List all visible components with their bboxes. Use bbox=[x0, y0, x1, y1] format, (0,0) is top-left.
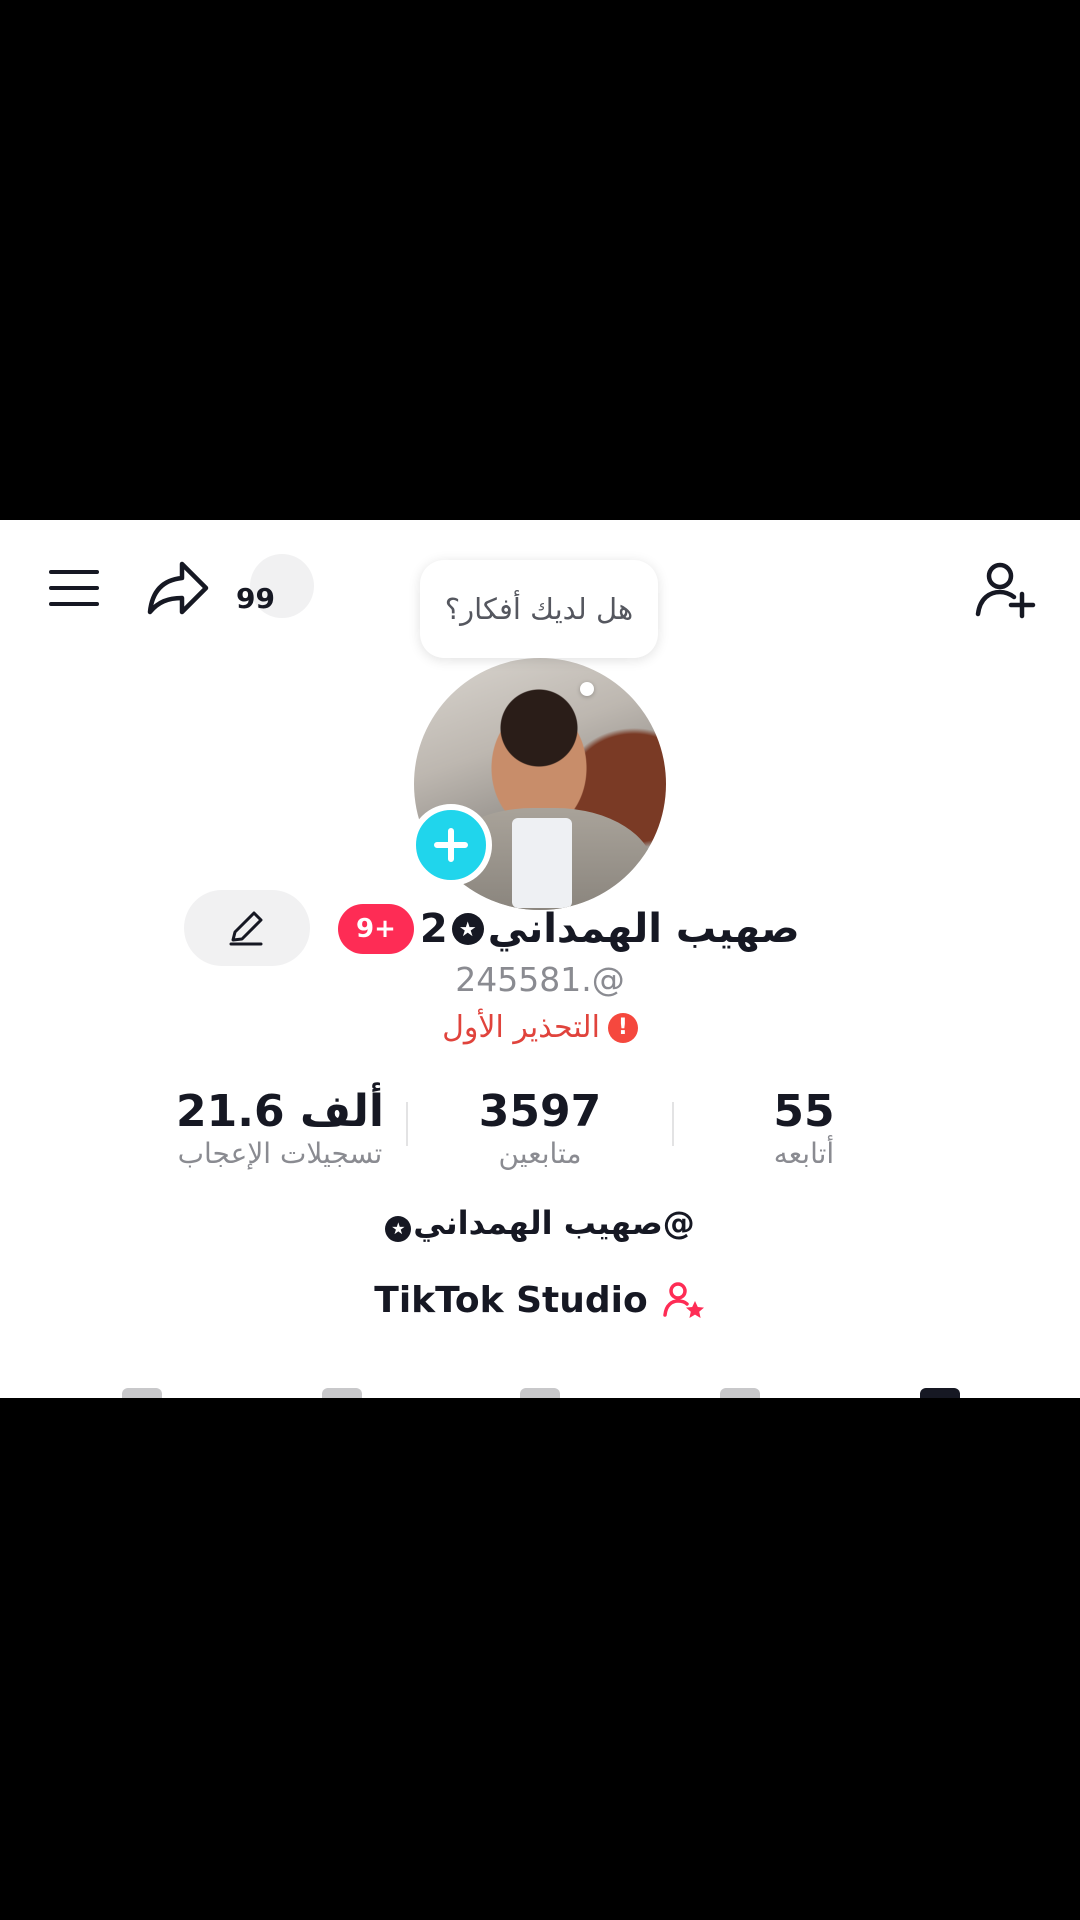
add-story-button[interactable] bbox=[410, 804, 492, 886]
studio-label: TikTok Studio bbox=[374, 1280, 648, 1321]
tab-icon-partial[interactable] bbox=[322, 1388, 362, 1398]
likes-label: تسجيلات الإعجاب bbox=[177, 1137, 383, 1170]
name-row: 9+ صهيب الهمداني ★ 2 bbox=[338, 894, 800, 964]
following-label: أتابعه bbox=[773, 1137, 835, 1170]
pencil-icon bbox=[229, 911, 263, 946]
tiktok-studio-link[interactable]: TikTok Studio bbox=[0, 1280, 1080, 1321]
bubble-tail bbox=[580, 682, 594, 696]
edit-profile-button[interactable] bbox=[184, 890, 310, 966]
bio: @صهيب الهمداني★ bbox=[0, 1204, 1080, 1242]
profile-panel: 99 هل لديك أفكار؟ 9+ صهيب الهمداني ★ 2 2… bbox=[0, 520, 1080, 1398]
add-friend-icon[interactable] bbox=[972, 556, 1040, 624]
user-star-icon bbox=[662, 1281, 704, 1318]
menu-icon[interactable] bbox=[46, 560, 102, 616]
tab-icon-partial[interactable] bbox=[720, 1388, 760, 1398]
share-icon[interactable] bbox=[144, 554, 212, 622]
tab-icon-partial[interactable] bbox=[920, 1388, 960, 1398]
star-badge-icon: ★ bbox=[385, 1215, 412, 1242]
followers-value: 3597 bbox=[478, 1086, 602, 1137]
warning-text: التحذير الأول bbox=[442, 1010, 600, 1045]
warning-banner[interactable]: ! التحذير الأول bbox=[0, 1010, 1080, 1045]
stat-divider bbox=[406, 1102, 408, 1146]
stat-divider bbox=[672, 1102, 674, 1146]
notification-badge[interactable]: 9+ bbox=[338, 904, 414, 954]
ideas-bubble[interactable]: هل لديك أفكار؟ bbox=[420, 560, 658, 658]
notification-count[interactable]: 99 bbox=[236, 582, 275, 615]
followers-label: متابعين bbox=[498, 1137, 582, 1170]
likes-value: 21.6 ألف bbox=[176, 1086, 384, 1137]
warning-icon: ! bbox=[607, 1012, 638, 1043]
tab-icon-partial[interactable] bbox=[520, 1388, 560, 1398]
bio-text: @صهيب الهمداني bbox=[413, 1204, 695, 1242]
star-badge-icon: ★ bbox=[451, 913, 484, 945]
plus-icon bbox=[434, 828, 468, 862]
following-value: 55 bbox=[773, 1086, 835, 1137]
username: 245581.@ bbox=[455, 960, 625, 999]
display-name-text: صهيب الهمداني bbox=[487, 906, 800, 952]
tab-icon-partial[interactable] bbox=[122, 1388, 162, 1398]
ideas-bubble-text: هل لديك أفكار؟ bbox=[444, 592, 634, 626]
stat-followers[interactable]: 3597 متابعين bbox=[420, 1086, 660, 1170]
display-name: صهيب الهمداني ★ 2 bbox=[420, 906, 800, 952]
stat-following[interactable]: 55 أتابعه bbox=[704, 1086, 904, 1170]
display-name-suffix: 2 bbox=[419, 906, 448, 952]
stat-likes[interactable]: 21.6 ألف تسجيلات الإعجاب bbox=[160, 1086, 400, 1170]
